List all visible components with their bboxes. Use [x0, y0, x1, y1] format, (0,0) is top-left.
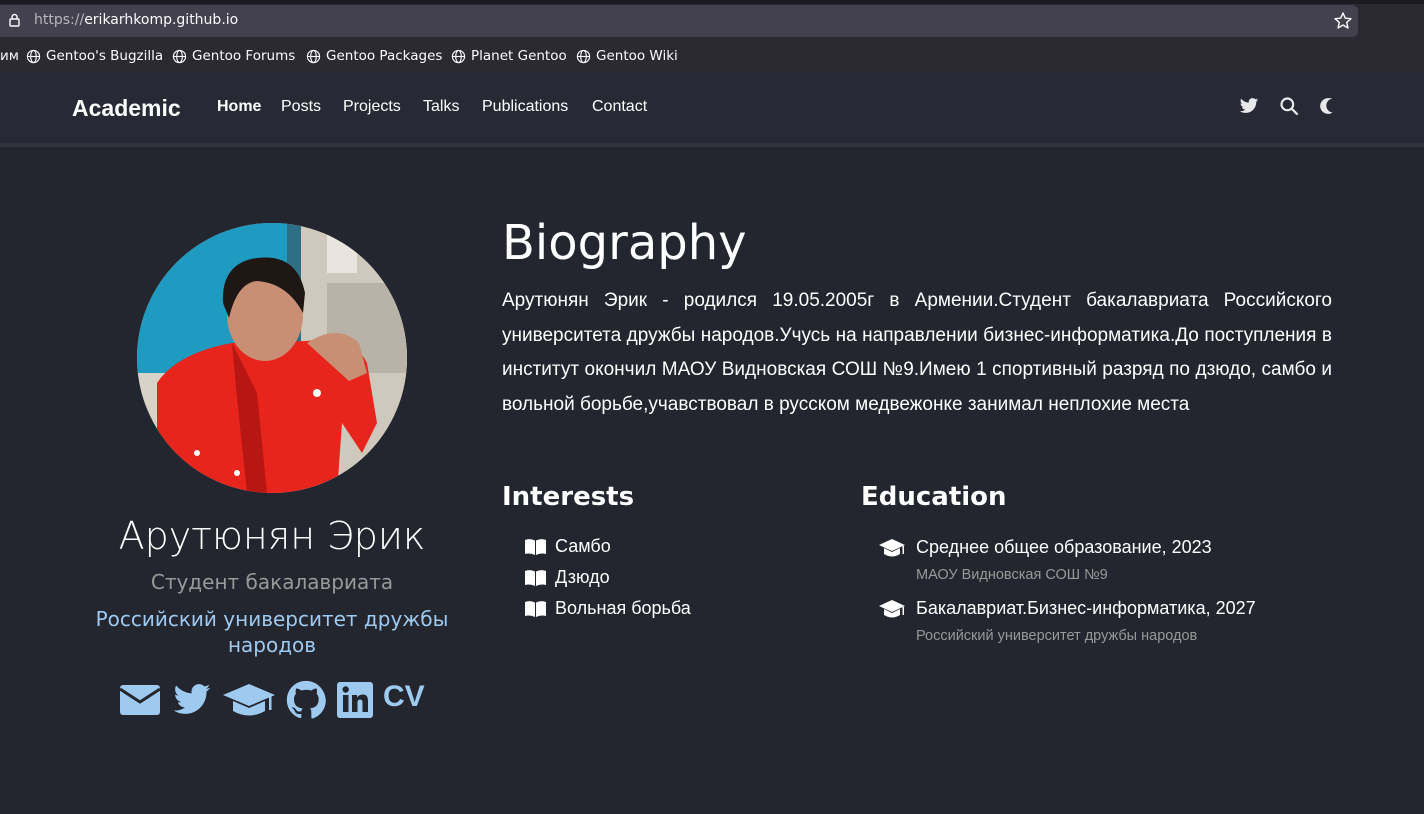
address-bar[interactable]: https://erikarhkomp.github.io [0, 5, 1358, 37]
nav-projects[interactable]: Projects [343, 98, 401, 116]
linkedin-icon[interactable] [336, 680, 374, 720]
profile-organization[interactable]: Российский университет дружбы народов [72, 606, 472, 658]
graduation-cap-icon [879, 539, 905, 557]
url-protocol: https:// [34, 12, 85, 28]
bookmarks-toolbar: им Gentoo's Bugzilla Gentoo Forums Gento… [0, 44, 1424, 73]
avatar [137, 223, 407, 493]
graduation-cap-icon [879, 600, 905, 618]
github-icon[interactable] [285, 680, 327, 720]
bookmark-partial[interactable]: им [0, 48, 19, 64]
globe-icon [306, 49, 321, 63]
bookmark-packages[interactable]: Gentoo Packages [306, 48, 442, 64]
bookmark-wiki[interactable]: Gentoo Wiki [576, 48, 678, 64]
interest-item: Дзюдо [524, 567, 610, 588]
book-icon [525, 569, 546, 586]
education-title: Education [861, 482, 1007, 512]
bookmark-forums[interactable]: Gentoo Forums [172, 48, 295, 64]
search-icon[interactable] [1279, 96, 1299, 116]
globe-icon [576, 49, 591, 63]
twitter-icon[interactable] [1239, 96, 1259, 116]
site-navbar: Academic Home Posts Projects Talks Publi… [0, 72, 1424, 147]
email-icon[interactable] [119, 680, 161, 720]
interest-item: Самбо [524, 536, 611, 557]
interest-item: Вольная борьба [524, 598, 691, 619]
globe-icon [26, 49, 41, 63]
lock-icon [9, 13, 20, 27]
graduation-cap-social-icon[interactable] [222, 680, 276, 720]
profile-role: Студент бакалавриата [150, 570, 394, 594]
nav-contact[interactable]: Contact [592, 98, 647, 116]
address-url[interactable]: https://erikarhkomp.github.io [34, 12, 238, 28]
book-icon [525, 600, 546, 617]
site-brand[interactable]: Academic [72, 95, 181, 122]
biography-title: Biography [502, 215, 747, 271]
education-institution: МАОУ Видновская СОШ №9 [916, 567, 1108, 583]
nav-posts[interactable]: Posts [281, 98, 321, 116]
profile-name: Арутюнян Эрик [118, 514, 426, 558]
bookmark-planet[interactable]: Planet Gentoo [451, 48, 567, 64]
cv-link[interactable]: CV [383, 680, 425, 714]
moon-icon[interactable] [1316, 96, 1336, 116]
nav-publications[interactable]: Publications [482, 98, 568, 116]
nav-home[interactable]: Home [217, 98, 261, 116]
education-course: Среднее общее образование, 2023 [916, 537, 1212, 557]
biography-text: Арутюнян Эрик - родился 19.05.2005г в Ар… [502, 290, 1332, 415]
url-host: erikarhkomp.github.io [84, 12, 239, 28]
globe-icon [172, 49, 187, 63]
education-course: Бакалавриат.Бизнес-информатика, 2027 [916, 598, 1256, 618]
browser-top-strip [0, 0, 1424, 4]
nav-talks[interactable]: Talks [423, 98, 459, 116]
interests-title: Interests [502, 482, 635, 512]
globe-icon [451, 49, 466, 63]
bookmark-bugzilla[interactable]: Gentoo's Bugzilla [26, 48, 163, 64]
bookmark-star-icon[interactable] [1333, 11, 1353, 31]
twitter-social-icon[interactable] [172, 680, 212, 720]
browser-chrome: https://erikarhkomp.github.io им Gentoo'… [0, 0, 1424, 73]
book-icon [525, 538, 546, 555]
education-institution: Российский университет дружбы народов [916, 628, 1198, 644]
avatar-photo [137, 223, 407, 493]
